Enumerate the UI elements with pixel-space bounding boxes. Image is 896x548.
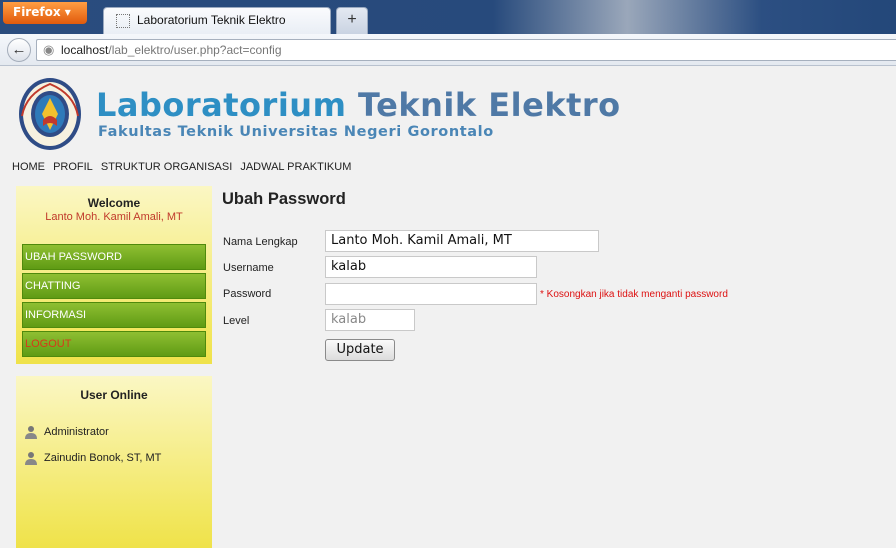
menu-ubah-password[interactable]: UBAH PASSWORD [22,244,206,270]
user-icon [25,452,37,465]
page-title: Ubah Password [222,190,346,208]
tab-title: Laboratorium Teknik Elektro [137,13,286,27]
browser-tab[interactable]: Laboratorium Teknik Elektro [103,7,331,34]
menu-informasi[interactable]: INFORMASI [22,302,206,328]
firefox-menu-button[interactable]: Firefox ▾ [3,2,87,24]
online-user-name: Administrator [44,425,109,438]
full-name-label: Nama Lengkap [223,236,298,248]
level-label: Level [223,315,250,327]
user-online-panel: User Online Administrator Zainudin Bonok… [16,376,212,548]
page-body: Laboratorium Teknik Elektro Fakultas Tek… [0,66,896,548]
back-arrow-icon[interactable]: ← [7,38,31,62]
online-user-row: Zainudin Bonok, ST, MT [24,451,161,465]
nav-struktur-organisasi[interactable]: STRUKTUR ORGANISASI [101,161,232,173]
welcome-panel: Welcome Lanto Moh. Kamil Amali, MT UBAH … [16,186,212,364]
welcome-heading: Welcome [87,196,141,210]
password-label: Password [223,288,272,300]
nav-home[interactable]: HOME [12,161,45,173]
username-input[interactable]: kalab [325,256,537,278]
top-navigation: HOME PROFIL STRUKTUR ORGANISASI JADWAL P… [12,161,356,173]
browser-nav-bar: ← ◉ localhost/lab_elektro/user.php?act=c… [0,34,896,66]
nav-profil[interactable]: PROFIL [53,161,93,173]
user-online-heading: User Online [80,388,148,402]
username-label: Username [223,262,274,274]
new-tab-button[interactable]: + [336,7,368,34]
globe-icon: ◉ [43,42,55,57]
site-subtitle: Fakultas Teknik Universitas Negeri Goron… [98,124,494,140]
url-text: localhost/lab_elektro/user.php?act=confi… [61,43,282,57]
logged-in-user-name: Lanto Moh. Kamil Amali, MT [45,211,183,223]
level-input: kalab [325,309,415,331]
update-button[interactable]: Update [325,339,395,361]
online-user-name: Zainudin Bonok, ST, MT [44,451,162,464]
menu-chatting[interactable]: CHATTING [22,273,206,299]
online-user-row: Administrator [24,425,109,439]
password-input[interactable] [325,283,537,305]
password-hint: * Kosongkan jika tidak menganti password [540,289,728,300]
menu-logout[interactable]: LOGOUT [22,331,206,357]
nav-jadwal-praktikum[interactable]: JADWAL PRAKTIKUM [240,161,351,173]
full-name-input[interactable]: Lanto Moh. Kamil Amali, MT [325,230,599,252]
university-seal-icon [19,78,81,150]
user-icon [25,426,37,439]
browser-tab-bar: Firefox ▾ Laboratorium Teknik Elektro + [0,0,896,34]
blank-page-icon [116,14,130,28]
url-bar[interactable]: ◉ localhost/lab_elektro/user.php?act=con… [36,39,896,61]
site-title: Laboratorium Teknik Elektro [96,86,621,124]
